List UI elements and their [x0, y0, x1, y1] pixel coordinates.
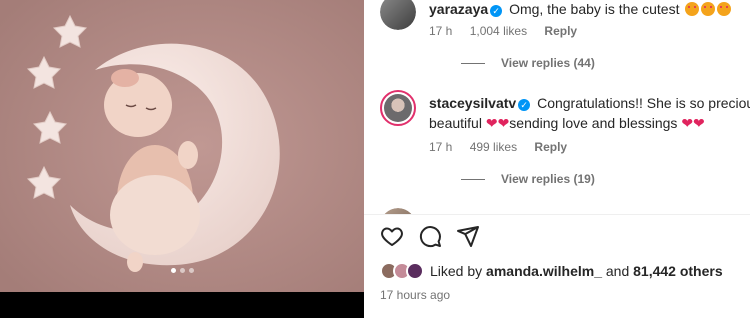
comment-likes[interactable]: 499 likes: [470, 140, 517, 154]
heart-eyes-emoji-icon: [685, 2, 700, 16]
avatar[interactable]: [380, 0, 416, 30]
heart-icon[interactable]: [380, 224, 404, 248]
red-heart-emoji-icon: ❤: [681, 115, 694, 131]
divider: [364, 214, 750, 215]
comments-list[interactable]: yarazaya ✓ Omg, the baby is the cutest 17…: [364, 0, 750, 214]
comment-text: Congratulations!! She is so precious a: [537, 95, 750, 111]
carousel-dot: [188, 268, 194, 273]
comment-username[interactable]: staceysilvatv: [429, 95, 516, 111]
comment-text: Omg, the baby is the cutest: [509, 1, 680, 17]
view-replies-button[interactable]: View replies (44): [461, 56, 595, 70]
red-heart-emoji-icon: ❤: [497, 115, 510, 131]
verified-badge-icon: ✓: [518, 99, 531, 111]
carousel-indicator: [0, 268, 364, 273]
post-actions: [380, 224, 480, 248]
liked-by-user[interactable]: amanda.wilhelm_: [486, 263, 602, 279]
comment-time: 17 h: [429, 140, 453, 154]
comment-username[interactable]: yarazaya: [429, 1, 488, 17]
post-photo: [0, 0, 364, 292]
comment-likes[interactable]: 1,004 likes: [470, 24, 527, 38]
comment-text: sending love and blessings: [509, 115, 678, 131]
comment-meta: 17 h 499 likes Reply: [429, 140, 581, 154]
post-media[interactable]: [0, 0, 364, 318]
reply-button[interactable]: Reply: [544, 24, 577, 38]
verified-badge-icon: ✓: [490, 5, 503, 17]
likes-count[interactable]: 81,442 others: [633, 263, 723, 279]
baby-moon-photo: [0, 0, 364, 292]
heart-eyes-emoji-icon: [701, 2, 716, 16]
comment-time: 17 h: [429, 24, 453, 38]
reply-button[interactable]: Reply: [534, 140, 567, 154]
liked-by-and: and: [605, 263, 630, 279]
heart-eyes-emoji-icon: [717, 2, 732, 16]
view-replies-label: View replies (44): [501, 56, 595, 70]
comments-panel: yarazaya ✓ Omg, the baby is the cutest 17…: [364, 0, 750, 318]
liked-by-prefix: Liked by: [430, 263, 483, 279]
share-icon[interactable]: [456, 224, 480, 248]
view-replies-button[interactable]: View replies (19): [461, 172, 595, 186]
liker-avatars[interactable]: [380, 262, 424, 280]
red-heart-emoji-icon: ❤: [485, 115, 498, 131]
comment-text-line: beautiful ❤❤sending love and blessings ❤…: [429, 114, 750, 133]
post-timestamp: 17 hours ago: [380, 288, 451, 302]
comment-text-line: staceysilvatv ✓ Congratulations!! She is …: [429, 94, 750, 113]
comment-icon[interactable]: [418, 224, 442, 248]
comment-text-line: yarazaya ✓ Omg, the baby is the cutest: [429, 0, 750, 19]
carousel-dot: [170, 268, 176, 273]
red-heart-emoji-icon: ❤: [693, 115, 705, 131]
comment-meta: 17 h 1,004 likes Reply: [429, 24, 591, 38]
avatar[interactable]: [380, 90, 416, 126]
comment-text: beautiful: [429, 115, 482, 131]
avatar: [406, 262, 424, 280]
carousel-dot: [179, 268, 185, 273]
liked-by: Liked by amanda.wilhelm_ and 81,442 othe…: [380, 262, 723, 280]
view-replies-label: View replies (19): [501, 172, 595, 186]
